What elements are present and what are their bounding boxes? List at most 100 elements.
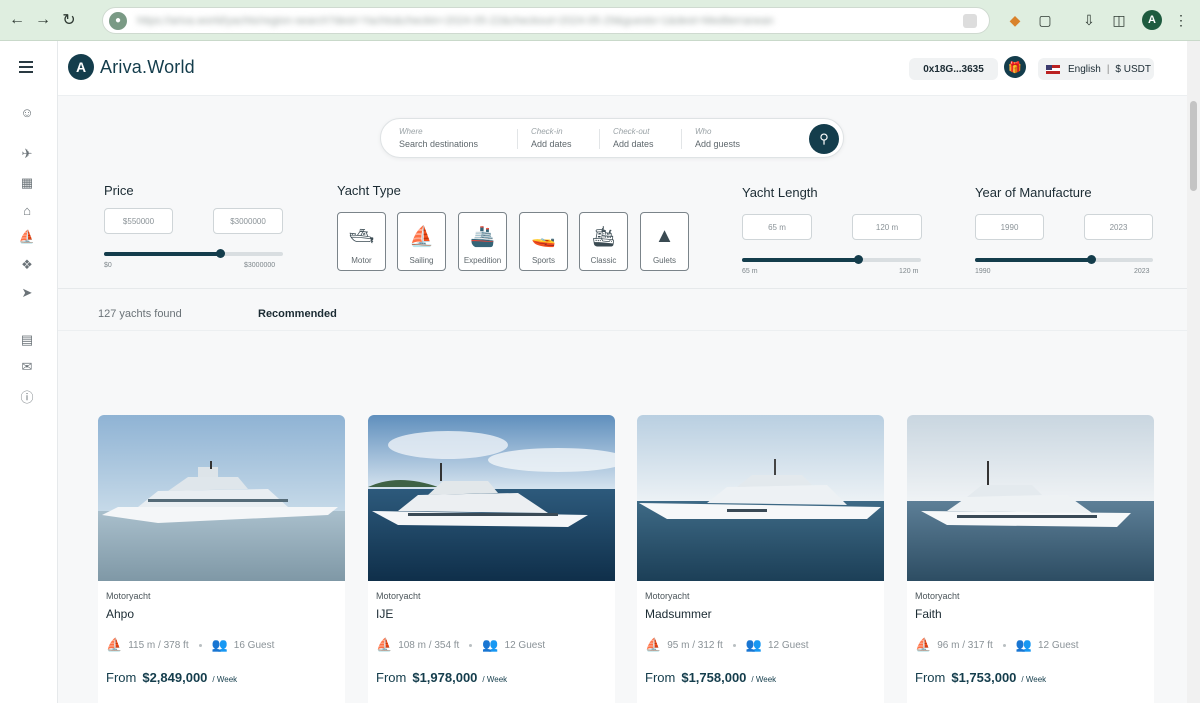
search-icon: ⚲ [819,131,829,146]
type-motor-button[interactable]: 🛥 Motor [337,212,386,271]
sidepanel-icon[interactable]: ◫ [1108,9,1130,31]
download-icon[interactable]: ⇩ [1078,9,1100,31]
yacht-size: 115 m / 378 ft [128,639,189,651]
results-count: 127 yachts found [98,308,182,320]
info-icon[interactable]: ⓘ [18,387,36,405]
guests-icon: 👥 [482,637,499,652]
logo[interactable]: A Ariva.World [68,54,195,80]
price-amount: $1,753,000 [951,670,1017,685]
logo-text: Ariva.World [100,56,195,77]
price-amount: $1,978,000 [412,670,478,685]
yacht-meta: ⛵ 95 m / 312 ft 👥 12 Guest [645,637,809,653]
year-max-input[interactable]: 2023 [1084,214,1153,240]
year-min-label: 1990 [975,268,991,275]
back-icon[interactable]: ← [4,7,30,33]
yacht-price: From $1,753,000 / Week [915,670,1046,685]
type-classic-button[interactable]: 🛳 Classic [579,212,628,271]
bookmark-icon[interactable] [963,14,977,28]
yacht-meta: ⛵ 96 m / 317 ft 👥 12 Guest [915,637,1079,653]
extensions-icon[interactable]: ▢ [1034,9,1056,31]
metamask-icon[interactable]: ◆ [1004,9,1026,31]
scrollbar-thumb[interactable] [1190,101,1197,191]
who-field[interactable]: Who Add guests [695,127,740,149]
yacht-kind: Motoryacht [106,591,151,601]
menu-dots-icon[interactable]: ⋮ [1170,9,1192,31]
address-bar[interactable]: ● https://ariva.world/yachts/region-sear… [102,7,990,34]
guests-icon: 👥 [1015,637,1032,652]
villa-icon[interactable]: ⌂ [18,201,36,219]
yacht-card[interactable]: Motoryacht Madsummer ⛵ 95 m / 312 ft 👥 1… [637,415,884,703]
who-label: Who [695,127,712,136]
type-label: Motor [351,256,372,265]
search-button[interactable]: ⚲ [809,124,839,154]
gift-icon[interactable]: 🎁 [1004,56,1026,78]
profile-avatar[interactable]: A [1142,10,1162,30]
divider [58,330,1200,331]
length-slider-handle[interactable] [854,255,864,264]
logo-mark-icon: A [68,54,94,80]
checkin-input[interactable]: Add dates [531,139,572,149]
price-slider[interactable] [104,249,283,258]
length-min-input[interactable]: 65 m [742,214,812,240]
price-slider-handle[interactable] [216,249,226,258]
yacht-name[interactable]: Faith [915,607,942,621]
type-sailing-button[interactable]: ⛵ Sailing [397,212,446,271]
flight-icon[interactable]: ✈ [18,145,36,163]
hamburger-menu-icon[interactable] [19,61,33,76]
where-input[interactable]: Search destinations [399,139,478,149]
yacht-meta: ⛵ 115 m / 378 ft 👥 16 Guest [106,637,274,653]
type-sports-button[interactable]: 🚤 Sports [519,212,568,271]
length-slider[interactable] [742,255,921,264]
boat-icon: ⛵ [915,637,932,652]
separator: | [1106,63,1110,75]
type-gulets-button[interactable]: ▲ Gulets [640,212,689,271]
where-field[interactable]: Where Search destinations [399,127,478,149]
divider [517,129,518,149]
document-icon[interactable]: ▤ [18,331,36,349]
site-info-icon[interactable]: ● [109,11,127,30]
yacht-card[interactable]: Motoryacht Ahpo ⛵ 115 m / 378 ft 👥 16 Gu… [98,415,345,703]
divider [58,288,1200,289]
language-currency-button[interactable]: English | $ USDT [1038,58,1154,80]
guests-icon: 👥 [211,637,228,652]
yacht-icon[interactable]: ⛵ [18,228,36,246]
yacht-name[interactable]: Madsummer [645,607,712,621]
price-period: / Week [1021,675,1047,684]
length-max-input[interactable]: 120 m [852,214,922,240]
type-expedition-button[interactable]: 🚢 Expedition [458,212,507,271]
reload-icon[interactable]: ↻ [56,7,82,33]
wallet-address-button[interactable]: 0x18G...3635 [909,58,998,80]
checkin-label: Check-in [531,127,563,136]
yacht-card[interactable]: Motoryacht Faith ⛵ 96 m / 317 ft 👥 12 Gu… [907,415,1154,703]
price-min-input[interactable]: $550000 [104,208,173,234]
price-max-input[interactable]: $3000000 [213,208,283,234]
forward-icon[interactable]: → [30,7,56,33]
page-scrollbar[interactable] [1187,41,1200,703]
who-input[interactable]: Add guests [695,139,740,149]
yacht-name[interactable]: Ahpo [106,607,134,621]
yacht-price: From $2,849,000 / Week [106,670,237,685]
yacht-price: From $1,978,000 / Week [376,670,507,685]
year-slider[interactable] [975,255,1153,264]
car-icon[interactable]: ❖ [18,256,36,274]
yacht-guests: 12 Guest [504,639,546,651]
sort-recommended-tab[interactable]: Recommended [258,308,337,320]
yacht-card[interactable]: Motoryacht IJE ⛵ 108 m / 354 ft 👥 12 Gue… [368,415,615,703]
price-period: / Week [751,675,777,684]
yacht-type-title: Yacht Type [337,183,401,198]
yacht-name[interactable]: IJE [376,607,393,621]
checkout-input[interactable]: Add dates [613,139,654,149]
year-min-input[interactable]: 1990 [975,214,1044,240]
year-slider-handle[interactable] [1086,255,1096,264]
yacht-size: 95 m / 312 ft [667,639,723,651]
rocket-icon[interactable]: ➤ [18,284,36,302]
hotel-icon[interactable]: ▦ [18,174,36,192]
length-min-label: 65 m [742,268,758,275]
motor-yacht-icon: 🛥 [348,225,375,248]
checkout-field[interactable]: Check-out Add dates [613,127,654,149]
profile-icon[interactable]: ☺ [18,103,36,121]
checkin-field[interactable]: Check-in Add dates [531,127,572,149]
mail-icon[interactable]: ✉ [18,358,36,376]
url-text[interactable]: https://ariva.world/yachts/region-search… [137,15,967,27]
gulet-icon: ▲ [654,224,675,247]
